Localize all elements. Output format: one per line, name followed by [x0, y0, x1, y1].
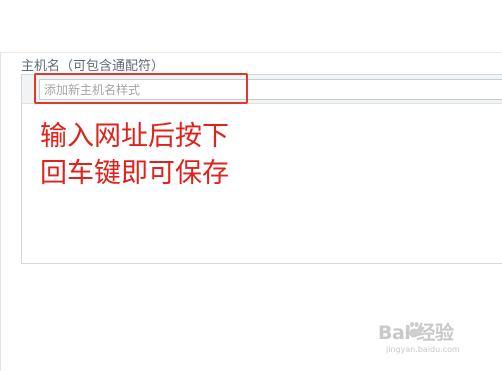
hostname-field-label: 主机名（可包含通配符） [21, 59, 165, 74]
instruction-annotation: 输入网址后按下 回车键即可保存 [40, 118, 229, 192]
annotation-line-1: 输入网址后按下 [40, 121, 229, 152]
annotation-line-2: 回车键即可保存 [40, 158, 229, 189]
top-divider [0, 52, 502, 53]
left-border [0, 52, 1, 371]
baidu-jingyan-watermark: Bai 经验 jingyan.baidu.com [378, 318, 483, 358]
paw-icon [406, 321, 423, 338]
highlight-annotation-box [34, 73, 248, 104]
watermark-url: jingyan.baidu.com [386, 345, 460, 354]
